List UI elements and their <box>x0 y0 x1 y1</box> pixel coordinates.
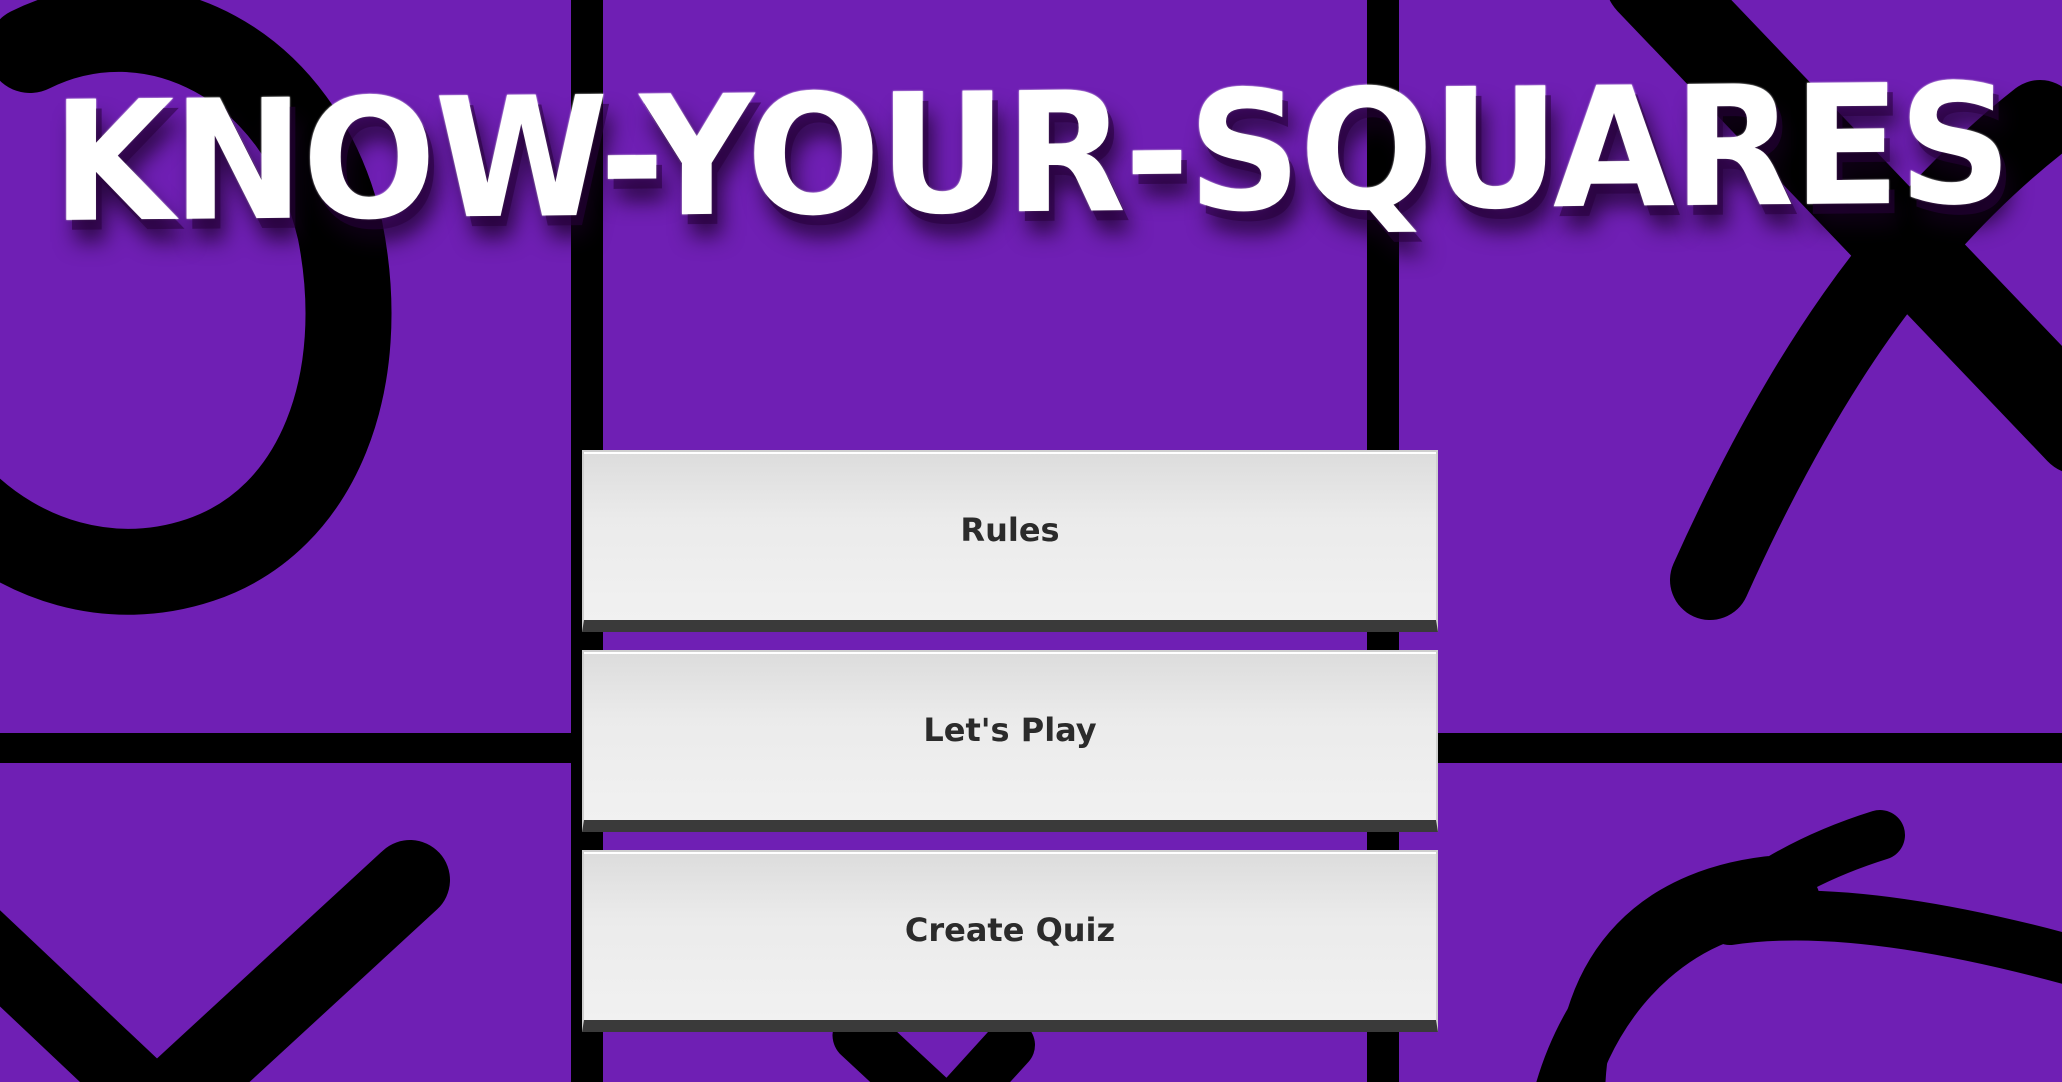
create-quiz-button[interactable]: Create Quiz <box>582 850 1438 1032</box>
main-menu-screen: KNOW-YOUR-SQUARES Rules Let's Play Creat… <box>0 0 2062 1082</box>
lets-play-button[interactable]: Let's Play <box>582 650 1438 832</box>
game-title: KNOW-YOUR-SQUARES <box>51 49 2011 260</box>
rules-button[interactable]: Rules <box>582 450 1438 632</box>
main-menu: Rules Let's Play Create Quiz <box>582 450 1438 1032</box>
